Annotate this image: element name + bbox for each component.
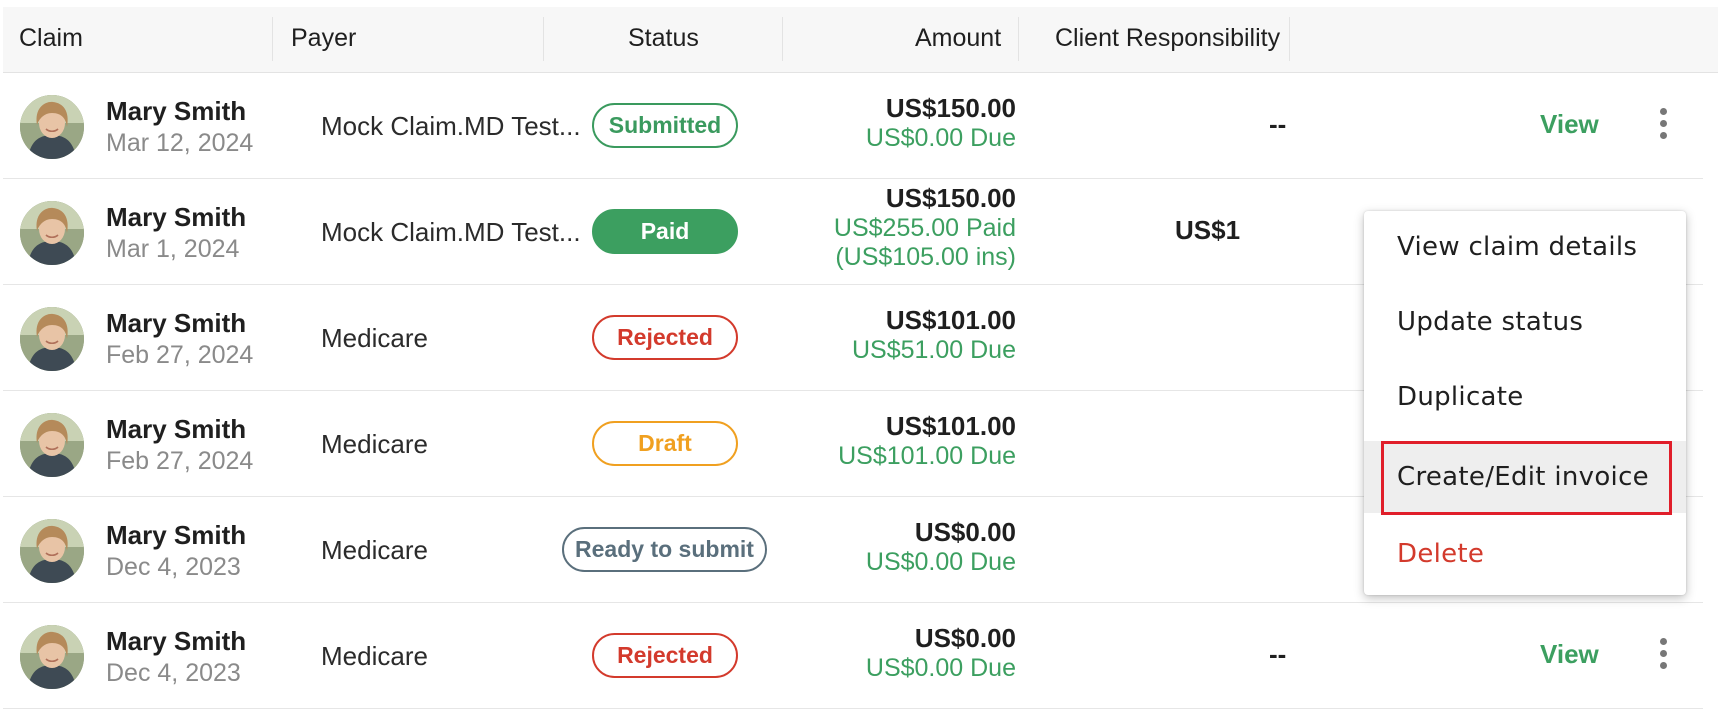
payer-name: Medicare <box>321 323 428 353</box>
amount-cell: US$0.00 US$0.00 Due <box>716 623 1016 683</box>
amount-due: US$51.00 Due <box>851 336 1016 364</box>
amount-total: US$150.00 <box>885 93 1016 123</box>
payer-name: Medicare <box>321 641 428 671</box>
payer-name: Mock Claim.MD Test... <box>321 111 581 141</box>
avatar <box>20 307 84 371</box>
menu-item-update-status[interactable]: Update status <box>1364 286 1686 358</box>
menu-item-view-claim-details[interactable]: View claim details <box>1364 211 1686 283</box>
amount-total: US$0.00 <box>914 517 1016 547</box>
amount-total: US$101.00 <box>885 411 1016 441</box>
client-name[interactable]: Mary Smith <box>106 414 246 445</box>
payer-name: Mock Claim.MD Test... <box>321 217 581 247</box>
payer-name: Medicare <box>321 429 428 459</box>
amount-due: US$0.00 Due <box>865 654 1016 682</box>
client-name[interactable]: Mary Smith <box>106 202 246 233</box>
header-divider <box>543 17 544 61</box>
claim-date: Mar 12, 2024 <box>106 129 254 157</box>
amount-insurance: (US$105.00 ins) <box>835 243 1016 271</box>
client-name[interactable]: Mary Smith <box>106 626 246 657</box>
payer-name: Medicare <box>321 535 428 565</box>
amount-total: US$150.00 <box>885 183 1016 213</box>
header-divider <box>782 17 783 61</box>
table-row[interactable]: Mary Smith Mar 12, 2024 Mock Claim.MD Test… <box>3 73 1703 179</box>
amount-total: US$101.00 <box>885 305 1016 335</box>
header-divider <box>272 17 273 61</box>
table-header: Claim Payer Status Amount Client Respons… <box>3 7 1718 73</box>
claim-date: Feb 27, 2024 <box>106 341 254 369</box>
view-link[interactable]: View <box>1540 639 1599 670</box>
header-amount[interactable]: Amount <box>915 7 1001 73</box>
amount-due: US$0.00 Due <box>865 548 1016 576</box>
avatar <box>20 95 84 159</box>
header-payer[interactable]: Payer <box>291 7 356 73</box>
claim-date: Feb 27, 2024 <box>106 447 254 475</box>
row-context-menu: View claim details Update status Duplica… <box>1364 211 1686 595</box>
header-claim[interactable]: Claim <box>19 7 83 73</box>
client-name[interactable]: Mary Smith <box>106 96 246 127</box>
amount-cell: US$101.00 US$51.00 Due <box>716 305 1016 365</box>
header-client-responsibility[interactable]: Client Responsibility <box>1055 7 1280 73</box>
vertical-ellipsis-icon[interactable] <box>1656 108 1670 144</box>
client-responsibility: -- <box>1269 109 1287 139</box>
client-name[interactable]: Mary Smith <box>106 520 246 551</box>
claim-date: Dec 4, 2023 <box>106 659 241 687</box>
amount-cell: US$150.00 US$255.00 Paid (US$105.00 ins) <box>716 183 1016 272</box>
amount-due: US$101.00 Due <box>838 442 1016 470</box>
avatar <box>20 201 84 265</box>
avatar <box>20 625 84 689</box>
client-name[interactable]: Mary Smith <box>106 308 246 339</box>
client-responsibility: -- <box>1269 639 1287 669</box>
client-responsibility: US$1 <box>1175 215 1241 245</box>
header-status[interactable]: Status <box>628 7 699 73</box>
table-row[interactable]: Mary Smith Dec 4, 2023 Medicare Rejected US$… <box>3 603 1703 709</box>
claim-date: Mar 1, 2024 <box>106 235 240 263</box>
amount-due: US$255.00 Paid <box>833 214 1016 242</box>
vertical-ellipsis-icon[interactable] <box>1656 638 1670 674</box>
avatar <box>20 519 84 583</box>
menu-item-duplicate[interactable]: Duplicate <box>1364 361 1686 433</box>
header-divider <box>1289 17 1290 61</box>
header-divider <box>1018 17 1019 61</box>
amount-total: US$0.00 <box>914 623 1016 653</box>
view-link[interactable]: View <box>1540 109 1599 140</box>
avatar <box>20 413 84 477</box>
claim-date: Dec 4, 2023 <box>106 553 241 581</box>
highlight-outline <box>1381 441 1672 515</box>
menu-item-delete[interactable]: Delete <box>1364 518 1686 590</box>
amount-cell: US$0.00 US$0.00 Due <box>716 517 1016 577</box>
amount-due: US$0.00 Due <box>865 124 1016 152</box>
amount-cell: US$150.00 US$0.00 Due <box>716 93 1016 153</box>
amount-cell: US$101.00 US$101.00 Due <box>716 411 1016 471</box>
